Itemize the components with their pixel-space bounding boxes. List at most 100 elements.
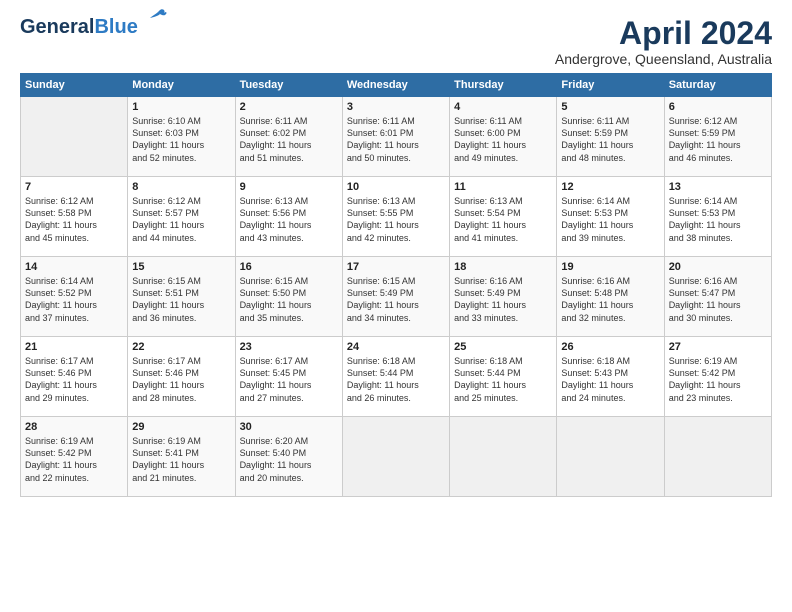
- day-info: Sunrise: 6:15 AMSunset: 5:49 PMDaylight:…: [347, 275, 445, 324]
- day-number: 16: [240, 261, 338, 273]
- day-info: Sunrise: 6:18 AMSunset: 5:44 PMDaylight:…: [454, 355, 552, 404]
- week-row-5: 28 Sunrise: 6:19 AMSunset: 5:42 PMDayligh…: [21, 417, 772, 497]
- calendar-cell: 7 Sunrise: 6:12 AMSunset: 5:58 PMDaylight…: [21, 177, 128, 257]
- day-number: 4: [454, 101, 552, 113]
- day-number: 11: [454, 181, 552, 193]
- main-title: April 2024: [555, 16, 772, 51]
- day-info: Sunrise: 6:11 AMSunset: 5:59 PMDaylight:…: [561, 115, 659, 164]
- day-info: Sunrise: 6:12 AMSunset: 5:59 PMDaylight:…: [669, 115, 767, 164]
- calendar-cell: [664, 417, 771, 497]
- calendar-header-row: Sunday Monday Tuesday Wednesday Thursday…: [21, 74, 772, 97]
- page-container: GeneralBlue April 2024 Andergrove, Queen…: [0, 0, 792, 507]
- day-info: Sunrise: 6:16 AMSunset: 5:49 PMDaylight:…: [454, 275, 552, 324]
- calendar-cell: 9 Sunrise: 6:13 AMSunset: 5:56 PMDaylight…: [235, 177, 342, 257]
- calendar-cell: 12 Sunrise: 6:14 AMSunset: 5:53 PMDayligh…: [557, 177, 664, 257]
- day-number: 3: [347, 101, 445, 113]
- calendar-cell: 20 Sunrise: 6:16 AMSunset: 5:47 PMDayligh…: [664, 257, 771, 337]
- calendar-cell: 29Sunrise: 6:19 AMSunset: 5:41 PMDayligh…: [128, 417, 235, 497]
- day-info: Sunrise: 6:11 AMSunset: 6:01 PMDaylight:…: [347, 115, 445, 164]
- day-info: Sunrise: 6:13 AMSunset: 5:54 PMDaylight:…: [454, 195, 552, 244]
- day-info: Sunrise: 6:15 AMSunset: 5:51 PMDaylight:…: [132, 275, 230, 324]
- day-number: 7: [25, 181, 123, 193]
- calendar-cell: 27 Sunrise: 6:19 AMSunset: 5:42 PMDayligh…: [664, 337, 771, 417]
- calendar-cell: 10 Sunrise: 6:13 AMSunset: 5:55 PMDayligh…: [342, 177, 449, 257]
- calendar-cell: [557, 417, 664, 497]
- logo-blue: Blue: [94, 16, 137, 38]
- calendar-cell: 4 Sunrise: 6:11 AMSunset: 6:00 PMDaylight…: [450, 97, 557, 177]
- day-info: Sunrise: 6:13 AMSunset: 5:55 PMDaylight:…: [347, 195, 445, 244]
- logo-bird-icon: [140, 8, 168, 28]
- header-tuesday: Tuesday: [235, 74, 342, 97]
- subtitle: Andergrove, Queensland, Australia: [555, 51, 772, 67]
- calendar-cell: 5 Sunrise: 6:11 AMSunset: 5:59 PMDaylight…: [557, 97, 664, 177]
- calendar-cell: 2 Sunrise: 6:11 AMSunset: 6:02 PMDaylight…: [235, 97, 342, 177]
- day-info: Sunrise: 6:15 AMSunset: 5:50 PMDaylight:…: [240, 275, 338, 324]
- day-info: Sunrise: 6:19 AMSunset: 5:42 PMDaylight:…: [669, 355, 767, 404]
- day-info: Sunrise: 6:20 AMSunset: 5:40 PMDaylight:…: [240, 435, 338, 484]
- calendar-cell: 25 Sunrise: 6:18 AMSunset: 5:44 PMDayligh…: [450, 337, 557, 417]
- day-info: Sunrise: 6:11 AMSunset: 6:00 PMDaylight:…: [454, 115, 552, 164]
- day-number: 25: [454, 341, 552, 353]
- day-info: Sunrise: 6:12 AMSunset: 5:58 PMDaylight:…: [25, 195, 123, 244]
- day-info: Sunrise: 6:16 AMSunset: 5:48 PMDaylight:…: [561, 275, 659, 324]
- week-row-3: 14Sunrise: 6:14 AMSunset: 5:52 PMDayligh…: [21, 257, 772, 337]
- calendar-cell: 11 Sunrise: 6:13 AMSunset: 5:54 PMDayligh…: [450, 177, 557, 257]
- day-info: Sunrise: 6:19 AMSunset: 5:42 PMDaylight:…: [25, 435, 123, 484]
- day-number: 20: [669, 261, 767, 273]
- day-number: 2: [240, 101, 338, 113]
- week-row-4: 21 Sunrise: 6:17 AMSunset: 5:46 PMDayligh…: [21, 337, 772, 417]
- calendar-table: Sunday Monday Tuesday Wednesday Thursday…: [20, 73, 772, 497]
- calendar-cell: 26 Sunrise: 6:18 AMSunset: 5:43 PMDayligh…: [557, 337, 664, 417]
- calendar-cell: 14Sunrise: 6:14 AMSunset: 5:52 PMDayligh…: [21, 257, 128, 337]
- calendar-cell: 1Sunrise: 6:10 AMSunset: 6:03 PMDaylight…: [128, 97, 235, 177]
- header-friday: Friday: [557, 74, 664, 97]
- header-wednesday: Wednesday: [342, 74, 449, 97]
- logo: GeneralBlue: [20, 16, 138, 39]
- day-number: 23: [240, 341, 338, 353]
- day-info: Sunrise: 6:17 AMSunset: 5:45 PMDaylight:…: [240, 355, 338, 404]
- day-number: 27: [669, 341, 767, 353]
- day-number: 14: [25, 261, 123, 273]
- day-number: 24: [347, 341, 445, 353]
- day-info: Sunrise: 6:16 AMSunset: 5:47 PMDaylight:…: [669, 275, 767, 324]
- header-sunday: Sunday: [21, 74, 128, 97]
- day-number: 6: [669, 101, 767, 113]
- calendar-cell: 21Sunrise: 6:17 AMSunset: 5:46 PMDayligh…: [21, 337, 128, 417]
- calendar-cell: 8Sunrise: 6:12 AMSunset: 5:57 PMDaylight…: [128, 177, 235, 257]
- day-info: Sunrise: 6:13 AMSunset: 5:56 PMDaylight:…: [240, 195, 338, 244]
- calendar-cell: 18 Sunrise: 6:16 AMSunset: 5:49 PMDayligh…: [450, 257, 557, 337]
- day-number: 10: [347, 181, 445, 193]
- day-number: 12: [561, 181, 659, 193]
- day-info: Sunrise: 6:19 AMSunset: 5:41 PMDaylight:…: [132, 435, 230, 484]
- day-number: 9: [240, 181, 338, 193]
- day-info: Sunrise: 6:12 AMSunset: 5:57 PMDaylight:…: [132, 195, 230, 244]
- week-row-2: 7 Sunrise: 6:12 AMSunset: 5:58 PMDaylight…: [21, 177, 772, 257]
- day-number: 19: [561, 261, 659, 273]
- calendar-cell: 24Sunrise: 6:18 AMSunset: 5:44 PMDayligh…: [342, 337, 449, 417]
- day-number: 17: [347, 261, 445, 273]
- day-number: 21: [25, 341, 123, 353]
- day-number: 1: [132, 101, 230, 113]
- calendar-cell: 19 Sunrise: 6:16 AMSunset: 5:48 PMDayligh…: [557, 257, 664, 337]
- day-number: 28: [25, 421, 123, 433]
- calendar-cell: 22Sunrise: 6:17 AMSunset: 5:46 PMDayligh…: [128, 337, 235, 417]
- calendar-cell: 30 Sunrise: 6:20 AMSunset: 5:40 PMDayligh…: [235, 417, 342, 497]
- calendar-cell: 23 Sunrise: 6:17 AMSunset: 5:45 PMDayligh…: [235, 337, 342, 417]
- day-info: Sunrise: 6:17 AMSunset: 5:46 PMDaylight:…: [132, 355, 230, 404]
- day-info: Sunrise: 6:18 AMSunset: 5:43 PMDaylight:…: [561, 355, 659, 404]
- day-info: Sunrise: 6:11 AMSunset: 6:02 PMDaylight:…: [240, 115, 338, 164]
- calendar-cell: [342, 417, 449, 497]
- day-info: Sunrise: 6:14 AMSunset: 5:53 PMDaylight:…: [561, 195, 659, 244]
- title-block: April 2024 Andergrove, Queensland, Austr…: [555, 16, 772, 67]
- day-number: 13: [669, 181, 767, 193]
- day-number: 18: [454, 261, 552, 273]
- calendar-cell: 16 Sunrise: 6:15 AMSunset: 5:50 PMDayligh…: [235, 257, 342, 337]
- calendar-cell: [450, 417, 557, 497]
- day-number: 26: [561, 341, 659, 353]
- calendar-cell: 15Sunrise: 6:15 AMSunset: 5:51 PMDayligh…: [128, 257, 235, 337]
- day-info: Sunrise: 6:14 AMSunset: 5:53 PMDaylight:…: [669, 195, 767, 244]
- day-number: 30: [240, 421, 338, 433]
- day-number: 5: [561, 101, 659, 113]
- header-monday: Monday: [128, 74, 235, 97]
- calendar-cell: 6 Sunrise: 6:12 AMSunset: 5:59 PMDaylight…: [664, 97, 771, 177]
